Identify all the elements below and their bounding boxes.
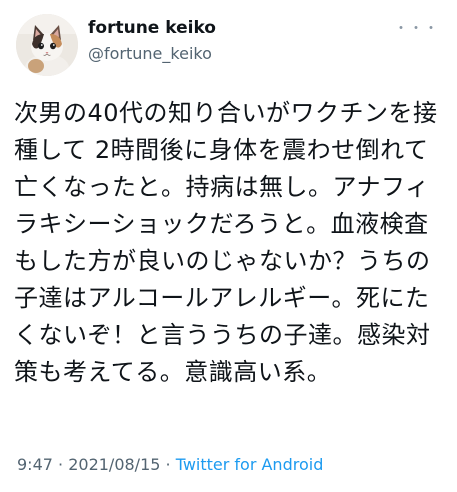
tweet-source-link[interactable]: Twitter for Android [176, 455, 324, 474]
more-options-icon[interactable]: ・・・ [394, 18, 439, 38]
kitten-avatar-icon [16, 14, 78, 76]
tweet-card: fortune keiko @fortune_keiko ・・・ 次男の40代の… [0, 0, 457, 492]
meta-separator: · [160, 455, 176, 474]
tweet-text: 次男の40代の知り合いがワクチンを接種して 2時間後に身体を震わせ倒れて亡くなっ… [14, 99, 438, 386]
tweet-time[interactable]: 9:47 [17, 455, 53, 474]
display-name[interactable]: fortune keiko [88, 18, 216, 38]
avatar[interactable] [16, 14, 78, 76]
tweet-date[interactable]: 2021/08/15 [68, 455, 160, 474]
tweet-meta: 9:47 · 2021/08/15 · Twitter for Android [17, 455, 323, 474]
meta-separator: · [52, 455, 69, 474]
user-handle[interactable]: @fortune_keiko [88, 44, 212, 63]
